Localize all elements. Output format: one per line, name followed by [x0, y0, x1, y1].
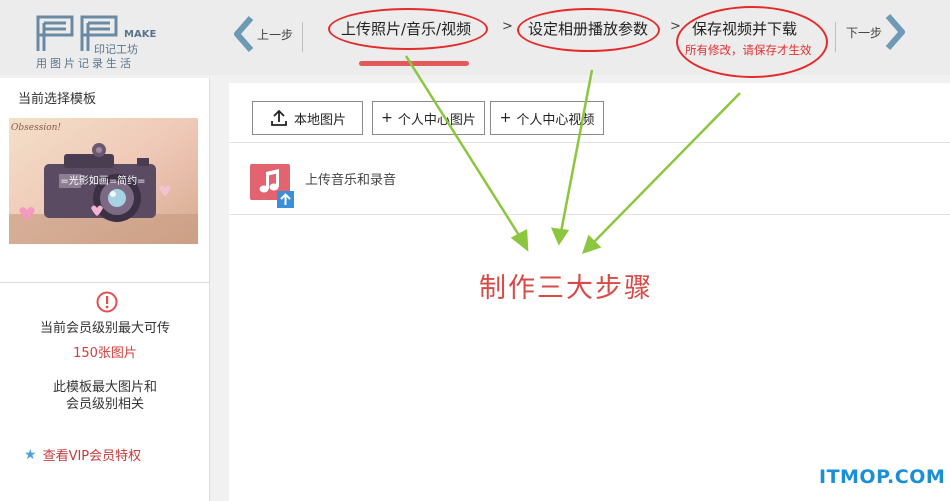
plus-icon: + [499, 110, 512, 126]
star-icon: ★ [24, 446, 37, 463]
music-note-icon [250, 164, 294, 208]
template-note-line2: 会员级别相关 [65, 397, 144, 412]
chevron-right-icon [885, 14, 906, 50]
logo-tagline: 用图片记录生活 [36, 57, 134, 70]
profile-videos-label: 个人中心视频 [516, 112, 595, 128]
next-step-label: 下一步 [846, 25, 883, 40]
upload-icon [271, 109, 287, 126]
divider [229, 142, 950, 143]
sidebar-title: 当前选择模板 [18, 92, 97, 107]
plus-icon: + [381, 110, 393, 126]
active-step-indicator [359, 61, 469, 66]
annotation-text: 制作三大步骤 [479, 273, 653, 304]
main-panel: 本地图片 + 个人中心图片 + 个人中心视频 上传音乐和录音 制作三大步骤 [229, 83, 950, 501]
template-thumbnail[interactable]: Obsession! =光影如画=简约= [9, 118, 198, 244]
annotation-ellipse [328, 8, 488, 50]
divider [229, 214, 950, 215]
step-separator: > [502, 19, 513, 34]
exclamation-circle-icon [96, 291, 118, 313]
divider [0, 282, 210, 283]
profile-images-label: 个人中心图片 [397, 112, 476, 128]
sidebar: 当前选择模板 Obsession! =光影如画=简约= 当前会员级别最大可传 1… [0, 78, 210, 501]
watermark: ITMOP.COM [819, 466, 946, 488]
thumbnail-caption: =光影如画=简约= [60, 174, 145, 187]
annotation-ellipse [517, 8, 660, 52]
header-bar: MAKE 印记工坊 用图片记录生活 上一步 上传照片/音乐/视频 > 设定相册播… [0, 0, 950, 78]
vip-link-label: 查看VIP会员特权 [42, 449, 142, 464]
upload-limit-label: 当前会员级别最大可传 [39, 321, 170, 336]
prev-step-button[interactable]: 上一步 [231, 14, 293, 54]
template-thumbnail-image: Obsession! =光影如画=简约= [9, 118, 198, 244]
logo: MAKE 印记工坊 用图片记录生活 [34, 13, 157, 71]
profile-videos-button[interactable]: + 个人中心视频 [490, 101, 604, 135]
prev-step-label: 上一步 [257, 27, 294, 42]
vip-privileges-link[interactable]: ★ 查看VIP会员特权 [24, 445, 142, 465]
divider [835, 22, 836, 52]
upload-limit-value: 150张图片 [73, 346, 137, 361]
annotation-ellipse [676, 6, 828, 78]
chevron-left-icon [234, 16, 254, 52]
upload-music-link[interactable]: 上传音乐和录音 [305, 169, 396, 188]
local-image-label: 本地图片 [293, 112, 346, 128]
logo-make-text: MAKE [124, 29, 157, 40]
local-image-button[interactable]: 本地图片 [252, 101, 363, 135]
next-step-button[interactable]: 下一步 [844, 12, 908, 52]
divider [302, 22, 303, 52]
profile-images-button[interactable]: + 个人中心图片 [372, 101, 485, 135]
svg-text:Obsession!: Obsession! [11, 123, 61, 133]
